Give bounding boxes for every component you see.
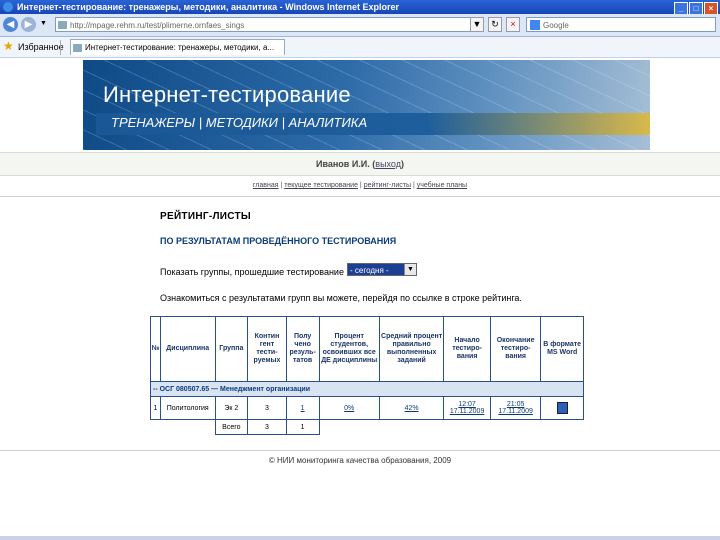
col-header-start: Начало тестиро-вания — [443, 316, 491, 382]
col-header-percent-de: Процент студентов, освоивших все ДЕ дисц… — [318, 316, 380, 382]
cell-results-link[interactable]: 1 — [285, 396, 320, 420]
footer-divider — [0, 450, 720, 451]
instruction-note: Ознакомиться с результатами групп вы мож… — [160, 293, 522, 303]
menu-study-plans[interactable]: учебные планы — [417, 182, 467, 189]
col-header-end: Окончание тестиро-вания — [489, 316, 542, 382]
total-row: Всего 3 1 — [151, 419, 584, 435]
star-icon[interactable]: ★ — [3, 40, 14, 53]
cell-group: Эк 2 — [214, 396, 249, 420]
url-dropdown-icon[interactable]: ▼ — [470, 17, 484, 32]
banner-nav-trainers[interactable]: ТРЕНАЖЕРЫ — [111, 115, 195, 130]
history-dropdown-icon[interactable]: ▼ — [40, 20, 47, 27]
col-header-number: № — [150, 316, 161, 382]
chevron-down-icon[interactable]: ▼ — [404, 264, 416, 275]
col-header-group: Группа — [214, 316, 249, 382]
logout-link[interactable]: выход — [375, 159, 401, 169]
window-titlebar: Интернет-тестирование: тренажеры, методи… — [0, 0, 720, 15]
google-icon — [530, 20, 540, 30]
search-input[interactable]: Google — [526, 17, 716, 32]
cell-end[interactable]: 21:05 17.11.2009 — [489, 396, 542, 420]
menu-current-testing[interactable]: текущее тестирование — [284, 182, 358, 189]
filter-label: Показать группы, прошедшие тестирование — [160, 267, 344, 277]
table-row: 1 Политология Эк 2 3 1 0% 42% 12:07 17.1… — [150, 396, 584, 420]
favorites-bar: ★ Избранное Интернет-тестирование: трена… — [0, 37, 720, 58]
cell-contingent: 3 — [247, 396, 287, 420]
cell-start[interactable]: 12:07 17.11.2009 — [443, 396, 491, 420]
period-select[interactable]: - сегодня - ▼ — [347, 263, 417, 276]
url-input[interactable]: http://mpage.rehm.ru/test/plimerne.ornfa… — [55, 17, 483, 32]
site-banner: Интернет-тестирование ТРЕНАЖЕРЫ | МЕТОДИ… — [83, 60, 650, 150]
col-header-avg-percent: Средний процент правильно выполненных за… — [378, 316, 445, 382]
stop-icon[interactable]: × — [506, 17, 520, 32]
menu-rating-lists[interactable]: рейтинг-листы — [364, 182, 411, 189]
address-bar: ◀ ▶ ▼ http://mpage.rehm.ru/test/plimerne… — [0, 14, 720, 37]
col-header-contingent: Контин гент тести-руемых — [247, 316, 287, 382]
cell-discipline: Политология — [159, 396, 216, 420]
cell-word — [540, 396, 584, 420]
group-header: -- ОСГ 080507.65 — Менеджмент организаци… — [150, 381, 584, 397]
col-header-results: Полу чено резуль-татов — [285, 316, 320, 382]
user-bar: Иванов И.И. (выход) — [0, 152, 720, 176]
menu-home[interactable]: главная — [253, 182, 279, 189]
user-name: Иванов И.И. — [315, 159, 370, 169]
footer-copyright: © НИИ мониторинга качества образования, … — [268, 456, 452, 465]
page-icon — [73, 44, 82, 52]
col-header-discipline: Дисциплина — [159, 316, 216, 382]
site-title: Интернет-тестирование — [103, 82, 351, 107]
divider — [0, 196, 720, 197]
rating-table: № Дисциплина Группа Контин гент тести-ру… — [150, 316, 584, 435]
forward-icon[interactable]: ▶ — [21, 17, 36, 32]
page-subtitle: ПО РЕЗУЛЬТАТАМ ПРОВЕДЁННОГО ТЕСТИРОВАНИЯ — [160, 236, 397, 246]
browser-tab[interactable]: Интернет-тестирование: тренажеры, методи… — [70, 39, 285, 55]
back-icon[interactable]: ◀ — [3, 17, 18, 32]
site-menu: главная | текущее тестирование | рейтинг… — [252, 182, 468, 189]
status-bar — [0, 536, 720, 540]
refresh-icon[interactable]: ↻ — [488, 17, 502, 32]
cell-avg-percent-link[interactable]: 42% — [378, 396, 445, 420]
col-header-word: В формате MS Word — [540, 316, 584, 382]
favorites-divider — [60, 40, 61, 55]
favorites-label[interactable]: Избранное — [18, 42, 64, 52]
window-title: Интернет-тестирование: тренажеры, методи… — [17, 2, 400, 12]
total-contingent: 3 — [247, 419, 287, 435]
banner-nav-methods[interactable]: МЕТОДИКИ — [206, 115, 278, 130]
word-document-icon[interactable] — [556, 402, 568, 414]
total-results: 1 — [285, 419, 320, 435]
cell-percent-de-link[interactable]: 0% — [318, 396, 380, 420]
total-label: Всего — [214, 419, 249, 435]
page-icon — [58, 21, 67, 29]
cell-number: 1 — [150, 396, 161, 420]
ie-icon — [3, 2, 13, 12]
banner-nav-analytics[interactable]: АНАЛИТИКА — [289, 115, 368, 130]
page-title: РЕЙТИНГ-ЛИСТЫ — [160, 211, 252, 222]
banner-nav: ТРЕНАЖЕРЫ | МЕТОДИКИ | АНАЛИТИКА — [111, 115, 368, 130]
